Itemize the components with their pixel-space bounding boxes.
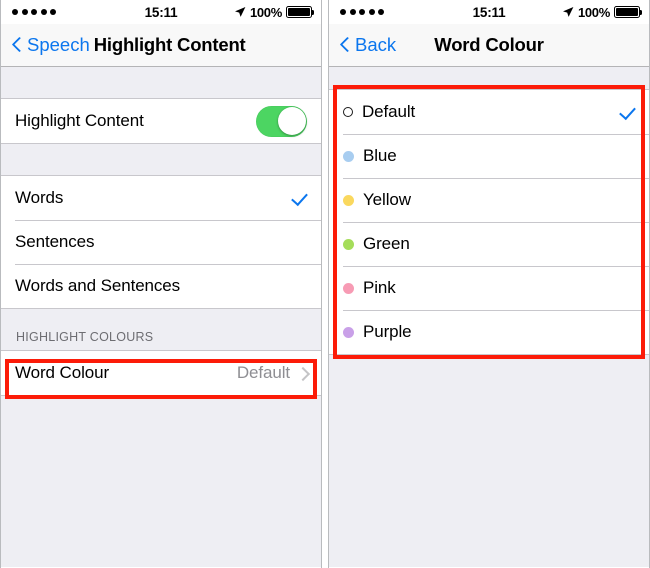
page-title-left: Highlight Content <box>93 34 246 55</box>
row-colour-green[interactable]: Green <box>329 222 649 266</box>
row-sentences[interactable]: Sentences <box>1 220 321 264</box>
row-label: Word Colour <box>15 363 110 382</box>
checkmark-icon <box>291 190 307 206</box>
row-colour-blue[interactable]: Blue <box>329 134 649 178</box>
colour-swatch-blue-icon <box>343 150 354 162</box>
nav-bar-left: Speech Highlight Content <box>1 24 321 67</box>
section-header-wrap: HIGHLIGHT COLOURS <box>1 309 321 350</box>
highlight-mode-group: Words Sentences Words and Sentences <box>1 175 321 309</box>
row-colour-pink[interactable]: Pink <box>329 266 649 310</box>
row-words-and-sentences[interactable]: Words and Sentences <box>1 264 321 308</box>
settings-list-left: Highlight Content Words Sentences Words … <box>1 67 321 567</box>
row-word-colour[interactable]: Word Colour Default <box>1 351 321 395</box>
right-phone-screen: 15:11 100% Back Word Colour Default Blue… <box>328 0 650 568</box>
colour-swatch-pink-icon <box>343 282 354 294</box>
row-colour-default[interactable]: Default <box>329 90 649 134</box>
back-button-speech[interactable]: Speech <box>9 34 90 56</box>
colour-list-right: Default Blue Yellow Green Pink Purple <box>329 67 649 567</box>
colour-swatch-yellow-icon <box>343 194 354 206</box>
back-button-label: Speech <box>27 34 90 55</box>
battery-full-icon <box>614 6 643 18</box>
row-words[interactable]: Words <box>1 176 321 220</box>
row-label: Pink <box>363 278 396 297</box>
section-header-highlight-colours: HIGHLIGHT COLOURS <box>16 330 154 344</box>
status-bar-left: 15:11 100% <box>1 0 321 24</box>
highlight-content-group: Highlight Content <box>1 98 321 144</box>
row-highlight-content[interactable]: Highlight Content <box>1 99 321 143</box>
spacer-top <box>329 67 649 89</box>
colour-swatch-green-icon <box>343 238 354 250</box>
battery-percent-label: 100% <box>577 4 610 20</box>
colour-swatch-default-icon <box>343 107 353 117</box>
highlight-content-toggle[interactable] <box>256 105 307 137</box>
highlight-colours-group: Word Colour Default <box>1 350 321 396</box>
location-arrow-icon <box>562 7 574 17</box>
row-label: Highlight Content <box>15 111 144 130</box>
row-label: Purple <box>363 322 412 341</box>
row-colour-yellow[interactable]: Yellow <box>329 178 649 222</box>
colour-swatch-purple-icon <box>343 326 354 338</box>
row-accessory: Default <box>237 363 307 383</box>
chevron-right-icon <box>298 366 307 381</box>
spacer-top <box>1 67 321 98</box>
row-label: Default <box>362 102 416 121</box>
chevron-left-icon <box>340 36 351 55</box>
battery-percent-label: 100% <box>249 4 282 20</box>
row-accessory <box>619 104 635 120</box>
screenshot-stage: 15:11 100% Speech Highlight Content High… <box>0 0 650 568</box>
status-bar-right-cluster: 100% <box>234 4 315 20</box>
row-accessory <box>256 105 307 137</box>
row-colour-purple[interactable]: Purple <box>329 310 649 354</box>
row-label: Words <box>15 188 64 207</box>
chevron-left-icon <box>12 36 23 55</box>
row-label: Sentences <box>15 232 95 251</box>
row-label: Green <box>363 234 410 253</box>
nav-bar-right: Back Word Colour <box>329 24 649 67</box>
row-label: Words and Sentences <box>15 276 181 295</box>
status-bar-right-cluster: 100% <box>562 4 643 20</box>
battery-full-icon <box>286 6 315 18</box>
checkmark-icon <box>619 104 635 120</box>
row-accessory <box>291 190 307 206</box>
row-label: Blue <box>363 146 397 165</box>
location-arrow-icon <box>234 7 246 17</box>
row-label: Yellow <box>363 190 411 209</box>
row-value: Default <box>236 363 290 382</box>
back-button[interactable]: Back <box>337 34 396 56</box>
colour-options-group: Default Blue Yellow Green Pink Purple <box>329 89 649 355</box>
spacer-between-groups <box>1 144 321 175</box>
status-bar-right: 15:11 100% <box>329 0 649 24</box>
back-button-label: Back <box>355 34 397 55</box>
left-phone-screen: 15:11 100% Speech Highlight Content High… <box>0 0 322 568</box>
